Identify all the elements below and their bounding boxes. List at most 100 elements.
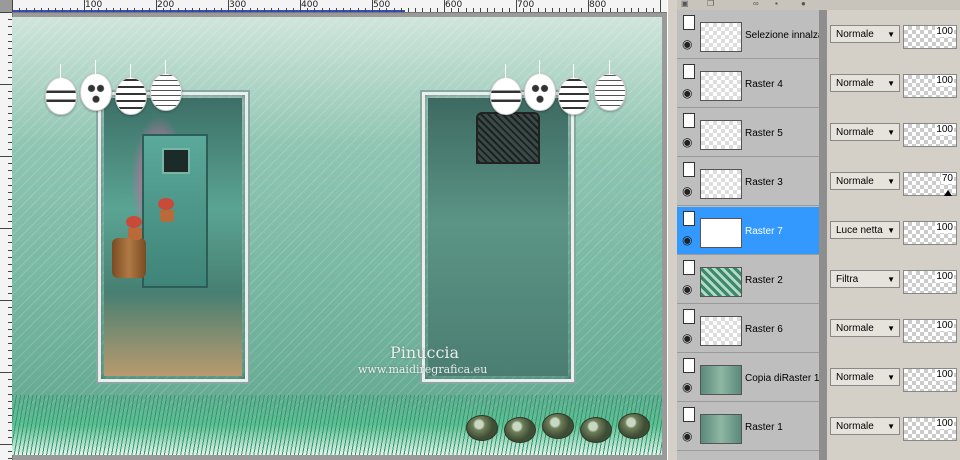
- visibility-eye-icon[interactable]: ◉: [682, 380, 696, 394]
- layer-row[interactable]: ◉ Raster 1: [677, 403, 819, 451]
- layer-row[interactable]: ◉ Selezione innalzat: [677, 11, 819, 59]
- layer-row[interactable]: ◉ Copia diRaster 1: [677, 354, 819, 402]
- duplicate-layer-icon[interactable]: ❐: [707, 0, 717, 8]
- blend-mode-select[interactable]: Luce netta ▼: [830, 221, 900, 239]
- ruler-tick: [322, 8, 323, 12]
- layer-row[interactable]: ◉ Raster 4: [677, 60, 819, 108]
- layer-type-icon[interactable]: [683, 64, 695, 79]
- visibility-eye-icon[interactable]: ◉: [682, 86, 696, 100]
- layer-type-icon[interactable]: [683, 407, 695, 422]
- layer-type-icon[interactable]: [683, 15, 695, 30]
- blend-mode-select[interactable]: Normale ▼: [830, 123, 900, 141]
- layer-row[interactable]: ◉ Raster 2: [677, 256, 819, 304]
- layer-properties-row: Normale ▼ 100: [827, 305, 960, 352]
- layer-type-icon[interactable]: [683, 162, 695, 177]
- slider-thumb[interactable]: [944, 190, 952, 196]
- ruler-tick: [293, 8, 294, 12]
- blend-mode-value: Filtra: [836, 274, 859, 285]
- visibility-eye-icon[interactable]: ◉: [682, 37, 696, 51]
- opacity-slider[interactable]: 100: [903, 319, 957, 343]
- layer-type-icon[interactable]: [683, 260, 695, 275]
- ruler-tick: [278, 8, 279, 12]
- layer-controls: ◉: [682, 358, 696, 396]
- globe-icon[interactable]: ●: [801, 0, 811, 8]
- wall-scene-image: [428, 98, 568, 376]
- visibility-eye-icon[interactable]: ◉: [682, 184, 696, 198]
- ruler-tick: [228, 0, 229, 12]
- opacity-value: 100: [935, 124, 954, 135]
- opacity-slider[interactable]: 100: [903, 25, 957, 49]
- ruler-tick: [242, 8, 243, 12]
- image-canvas[interactable]: Pinuccia www.maidiregrafica.eu: [12, 17, 662, 455]
- ruler-tick: [199, 8, 200, 12]
- ruler-tick: [595, 8, 596, 12]
- ruler-tick: [646, 8, 647, 12]
- layer-thumbnail: [700, 267, 742, 297]
- ruler-tick: [660, 0, 661, 12]
- opacity-slider[interactable]: 100: [903, 74, 957, 98]
- ruler-tick: [530, 8, 531, 12]
- ruler-tick: [0, 12, 12, 13]
- decorative-egg: [580, 417, 612, 443]
- visibility-eye-icon[interactable]: ◉: [682, 331, 696, 345]
- blend-mode-select[interactable]: Normale ▼: [830, 25, 900, 43]
- opacity-slider[interactable]: 70: [903, 172, 957, 196]
- link-icon[interactable]: ∞: [753, 0, 763, 8]
- ruler-label: 600: [445, 0, 463, 10]
- lock-icon[interactable]: ▪: [775, 0, 785, 8]
- ruler-label: 800: [589, 0, 607, 10]
- layer-row[interactable]: ◉ Raster 5: [677, 109, 819, 157]
- opacity-slider[interactable]: 100: [903, 417, 957, 441]
- ruler-tick: [372, 0, 373, 12]
- chevron-down-icon: ▼: [887, 128, 895, 137]
- layer-row[interactable]: ◉ Raster 3: [677, 158, 819, 206]
- layer-row[interactable]: ◉ Raster 6: [677, 305, 819, 353]
- canvas-workspace[interactable]: 100 200 300 400 500 600 700 800 Pinuccia…: [0, 0, 667, 460]
- layer-type-icon[interactable]: [683, 211, 695, 226]
- layer-properties-row: Normale ▼ 100: [827, 403, 960, 450]
- layer-type-icon[interactable]: [683, 358, 695, 373]
- new-layer-icon[interactable]: ▣: [681, 0, 691, 8]
- opacity-slider[interactable]: 100: [903, 368, 957, 392]
- ruler-tick: [307, 8, 308, 12]
- layer-type-icon[interactable]: [683, 113, 695, 128]
- blend-mode-select[interactable]: Normale ▼: [830, 417, 900, 435]
- visibility-eye-icon[interactable]: ◉: [682, 282, 696, 296]
- blend-mode-select[interactable]: Normale ▼: [830, 172, 900, 190]
- ruler-tick: [0, 444, 12, 445]
- blend-mode-value: Normale: [836, 176, 874, 187]
- blend-mode-select[interactable]: Normale ▼: [830, 74, 900, 92]
- visibility-eye-icon[interactable]: ◉: [682, 429, 696, 443]
- ruler-tick: [0, 300, 12, 301]
- ruler-tick: [401, 8, 402, 12]
- left-window-panel: [98, 92, 248, 382]
- ruler-tick: [106, 8, 107, 12]
- ruler-tick: [610, 8, 611, 12]
- ruler-tick: [466, 8, 467, 12]
- ruler-tick: [437, 8, 438, 12]
- opacity-slider[interactable]: 100: [903, 270, 957, 294]
- layer-thumbnail: [700, 71, 742, 101]
- ruler-tick: [487, 8, 488, 12]
- opacity-slider[interactable]: 100: [903, 123, 957, 147]
- ruler-tick: [257, 8, 258, 12]
- blend-mode-value: Normale: [836, 29, 874, 40]
- easter-egg-ornament: [115, 64, 147, 115]
- window-grille-image: [476, 112, 540, 164]
- blend-mode-select[interactable]: Filtra ▼: [830, 270, 900, 288]
- opacity-slider[interactable]: 100: [903, 221, 957, 245]
- layer-type-icon[interactable]: [683, 309, 695, 324]
- layer-row[interactable]: ◉ Raster 7: [677, 207, 819, 255]
- visibility-eye-icon[interactable]: ◉: [682, 135, 696, 149]
- blend-mode-select[interactable]: Normale ▼: [830, 368, 900, 386]
- visibility-eye-icon[interactable]: ◉: [682, 233, 696, 247]
- ruler-tick: [8, 458, 12, 459]
- easter-egg-ornament: [150, 60, 182, 111]
- ruler-tick: [631, 8, 632, 12]
- layer-properties-row: Luce netta ▼ 100: [827, 207, 960, 254]
- layer-list-scrollbar[interactable]: [819, 10, 827, 460]
- ruler-tick: [264, 8, 265, 12]
- blend-mode-select[interactable]: Normale ▼: [830, 319, 900, 337]
- layer-controls: ◉: [682, 260, 696, 298]
- easter-egg-ornament: [490, 64, 522, 115]
